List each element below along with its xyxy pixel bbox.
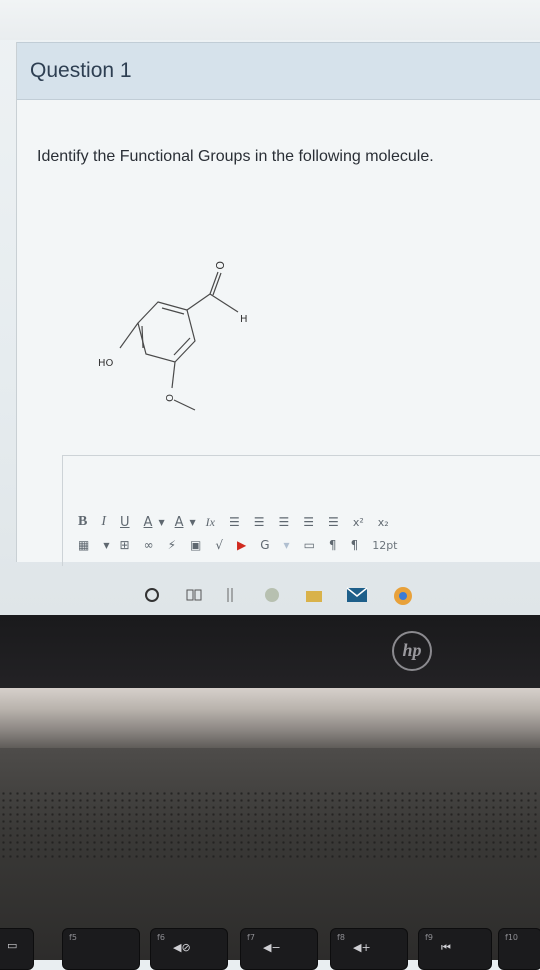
airplane-mode-icon: ▭ [7,939,18,952]
clear-format-button[interactable]: Ix [206,515,215,530]
volume-up-icon: ◀+ [353,941,371,954]
task-view-icon[interactable] [184,585,204,605]
document-icon[interactable]: ▭ [304,538,315,552]
key-f5-label: f5 [69,933,77,942]
highlight-dropdown-icon[interactable]: ▼ [190,518,196,527]
superscript-button[interactable]: x² [353,516,364,529]
benzene-ring [137,301,196,363]
editor-toolbar-row1: B I U A ▼ A ▼ Ix ☰ ☰ ☰ ☰ ☰ x² x₂ [78,511,403,533]
previous-track-icon: ⏮ [441,941,451,954]
align-left-icon[interactable]: ☰ [229,515,240,529]
molecule-structure: O H HO O [98,261,248,411]
underline-button[interactable]: U [120,515,130,530]
key-f6[interactable]: f6 ◀⊘ [150,928,228,970]
align-right-icon[interactable]: ☰ [279,515,290,529]
dropdown-icon[interactable]: ▾ [284,538,290,552]
editor-toolbar-row2: ▦ ▼ ⊞ ∞ ⚡ ▣ √ ▶ G ▾ ▭ ¶ ¶ 12pt [78,534,412,556]
link-icon[interactable]: ∞ [144,538,154,552]
key-f9[interactable]: f9 ⏮ [418,928,492,970]
key-f8-label: f8 [337,933,345,942]
laptop-hinge [0,688,540,748]
key-f10-label: f10 [505,933,518,942]
snip-tool-icon[interactable] [262,585,282,605]
speaker-grille [0,790,540,860]
rtl-paragraph-icon[interactable]: ¶ [351,538,359,552]
file-explorer-icon[interactable] [304,585,324,605]
question-header: Question 1 [17,42,540,100]
aldehyde-hydrogen-label: H [240,314,248,325]
italic-button[interactable]: I [101,514,106,530]
highlight-color-button[interactable]: A [175,515,184,530]
key-f6-label: f6 [157,933,165,942]
search-icon[interactable] [142,585,162,605]
question-title: Question 1 [30,59,132,82]
mail-icon[interactable] [346,585,368,605]
bold-button[interactable]: B [78,514,87,530]
key-f9-label: f9 [425,933,433,942]
font-color-button[interactable]: A [144,515,153,530]
table-dropdown-icon[interactable]: ▼ [103,541,109,550]
question-prompt: Identify the Functional Groups in the fo… [37,148,434,165]
font-size-select[interactable]: 12pt [372,539,397,552]
indent-icon[interactable]: ☰ [328,515,339,529]
key-f5[interactable]: f5 [62,928,140,970]
ether-oxygen-label: O [163,394,174,402]
align-justify-icon[interactable]: ☰ [303,515,314,529]
key-left-partial[interactable]: ▭ [0,928,34,970]
table-icon[interactable]: ▦ [78,538,89,552]
font-color-dropdown-icon[interactable]: ▼ [158,518,164,527]
image-icon[interactable]: ▣ [190,538,201,552]
volume-down-icon: ◀− [263,941,281,954]
key-f7-label: f7 [247,933,255,942]
taskbar-separator [222,585,242,605]
laptop-bezel [0,615,540,690]
subscript-button[interactable]: x₂ [378,516,389,529]
mute-icon: ◀⊘ [173,941,191,954]
google-drive-icon[interactable]: G [260,538,269,552]
key-f8[interactable]: f8 ◀+ [330,928,408,970]
media-icon[interactable]: ▶ [237,538,246,552]
browser-top-band [0,0,540,40]
unlink-icon[interactable]: ⚡ [168,538,176,552]
chrome-icon[interactable] [392,585,412,605]
embed-icon[interactable]: ⊞ [120,538,130,552]
carbonyl-oxygen-label: O [213,261,226,270]
hp-logo: hp [392,631,432,671]
key-f7[interactable]: f7 ◀− [240,928,318,970]
equation-icon[interactable]: √ [215,538,223,552]
key-f10[interactable]: f10 [498,928,540,970]
align-center-icon[interactable]: ☰ [254,515,265,529]
hydroxyl-label: HO [98,358,114,369]
monitor-screen: Question 1 Identify the Functional Group… [0,0,540,615]
ltr-paragraph-icon[interactable]: ¶ [329,538,337,552]
